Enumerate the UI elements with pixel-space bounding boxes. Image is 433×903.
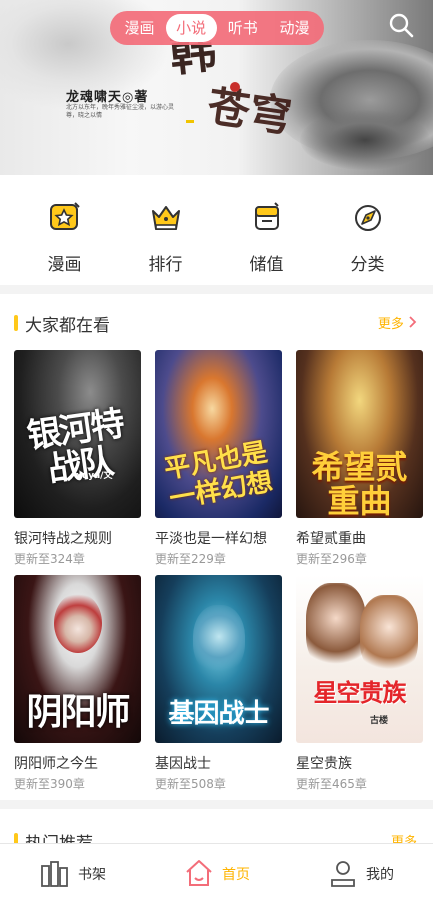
- book-cover: 银河特战队 xuya/文: [14, 350, 141, 518]
- book-update: 更新至465章: [296, 777, 367, 791]
- category-label: 储值: [249, 255, 284, 275]
- cover-subtitle: 古楼: [370, 716, 389, 726]
- bottom-tab-home[interactable]: 首页: [144, 844, 288, 903]
- home-icon: [186, 860, 212, 886]
- category-classify[interactable]: 分类: [317, 193, 418, 278]
- category-recharge[interactable]: 储值: [216, 193, 317, 278]
- book-title: 银河特战之规则: [14, 531, 112, 547]
- book-title: 阴阳师之今生: [14, 756, 98, 772]
- book-update: 更新至390章: [14, 777, 85, 791]
- compass-icon: [354, 205, 381, 231]
- book-title: 希望贰重曲: [296, 531, 366, 547]
- category-shortcuts: 漫画 排行 储值 分类: [0, 193, 433, 278]
- cover-subtitle: xuya/文: [76, 471, 113, 481]
- section-divider: [0, 285, 433, 294]
- bottom-tab-label: 我的: [366, 867, 394, 883]
- cover-figure: [306, 583, 366, 671]
- bottom-tab-profile[interactable]: 我的: [288, 844, 432, 903]
- book-update: 更新至324章: [14, 552, 85, 566]
- cover-figure: [54, 593, 102, 653]
- category-comic[interactable]: 漫画: [14, 193, 115, 278]
- book-card[interactable]: 阴阳师 阴阳师之今生 更新至390章: [14, 575, 141, 792]
- bottom-tab-bar: 书架 首页 我的: [0, 843, 433, 903]
- tab-comic[interactable]: 漫画: [114, 14, 165, 42]
- banner-blurb: 北方以东年，晚年秀雅征尘漫，以游心灵尊，晓之以情: [66, 104, 175, 119]
- banner-title-calligraphy-2: 苍穹: [204, 81, 295, 142]
- cover-figure: [193, 605, 245, 675]
- wallet-icon: [254, 202, 279, 230]
- book-card[interactable]: 希望贰重曲 希望贰重曲 更新至296章: [296, 350, 423, 567]
- book-cover: 星空贵族 古楼: [296, 575, 423, 743]
- banner-stone-art-2: [300, 110, 430, 170]
- cover-title: 平凡也是一样幻想: [162, 437, 275, 515]
- section-popular-header: 大家都在看 更多: [0, 308, 433, 338]
- comic-star-icon: [49, 202, 80, 230]
- cover-title: 阴阳师: [26, 691, 130, 733]
- book-update: 更新至229章: [155, 552, 226, 566]
- book-card[interactable]: 星空贵族 古楼 星空贵族 更新至465章: [296, 575, 423, 792]
- book-cover: 平凡也是一样幻想: [155, 350, 282, 518]
- search-icon[interactable]: [388, 12, 414, 38]
- banner-red-seal: [230, 82, 240, 92]
- bookshelf-icon: [41, 861, 68, 887]
- book-title: 基因战士: [155, 756, 211, 772]
- book-title: 平淡也是一样幻想: [155, 531, 267, 547]
- chevron-right-icon: [409, 316, 417, 328]
- cover-title: 星空贵族: [313, 678, 407, 707]
- crown-icon: [151, 206, 180, 230]
- book-cover: 阴阳师: [14, 575, 141, 743]
- bottom-tab-label: 书架: [78, 867, 106, 883]
- tab-novel[interactable]: 小说: [165, 14, 217, 42]
- user-icon: [331, 861, 355, 887]
- more-link[interactable]: 更多: [378, 313, 417, 332]
- category-label: 分类: [350, 255, 385, 275]
- book-title: 星空贵族: [296, 756, 352, 772]
- bottom-tab-bookshelf[interactable]: 书架: [0, 844, 144, 903]
- book-card[interactable]: 银河特战队 xuya/文 银河特战之规则 更新至324章: [14, 350, 141, 567]
- category-label: 排行: [148, 255, 183, 275]
- bottom-tab-label: 首页: [222, 867, 250, 883]
- content-type-tabs: 漫画 小说 听书 动漫: [110, 11, 324, 45]
- book-card[interactable]: 平凡也是一样幻想 平淡也是一样幻想 更新至229章: [155, 350, 282, 567]
- category-label: 漫画: [47, 255, 82, 275]
- section-title: 大家都在看: [25, 316, 110, 336]
- section-accent-bar: [14, 315, 18, 331]
- book-update: 更新至296章: [296, 552, 367, 566]
- cover-title: 基因战士: [168, 699, 269, 729]
- banner-yellow-mark: [186, 120, 194, 123]
- book-card[interactable]: 基因战士 基因战士 更新至508章: [155, 575, 282, 792]
- banner-author: 龙魂啸天◎著: [66, 90, 149, 105]
- book-update: 更新至508章: [155, 777, 226, 791]
- cover-figure: [360, 595, 418, 675]
- tab-anime[interactable]: 动漫: [269, 14, 320, 42]
- cover-title: 希望贰重曲: [311, 448, 408, 518]
- book-cover: 希望贰重曲: [296, 350, 423, 518]
- tab-audiobook[interactable]: 听书: [217, 14, 268, 42]
- category-ranking[interactable]: 排行: [115, 193, 216, 278]
- section-divider: [0, 800, 433, 809]
- book-cover: 基因战士: [155, 575, 282, 743]
